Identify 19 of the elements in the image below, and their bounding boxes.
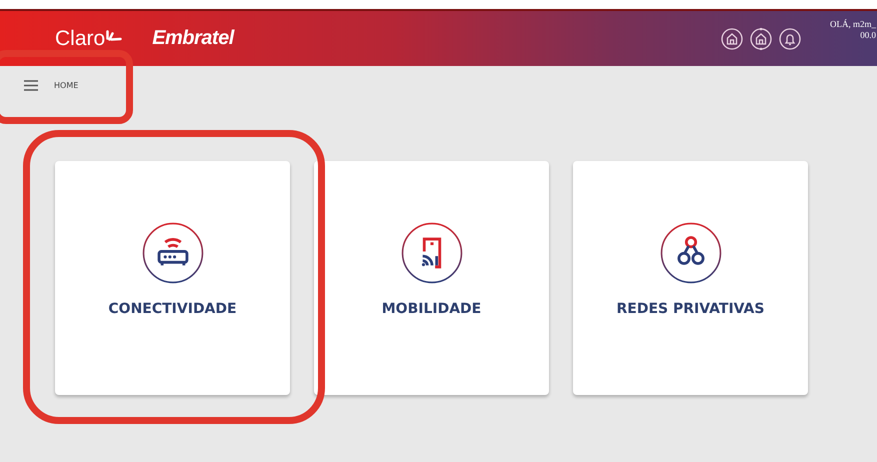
card-title: MOBILIDADE — [382, 301, 482, 317]
user-code: 00.0 — [860, 30, 876, 40]
breadcrumb-home[interactable]: HOME — [54, 80, 78, 90]
card-title: CONECTIVIDADE — [108, 301, 237, 317]
category-card[interactable]: MOBILIDADE — [314, 161, 549, 395]
notification-bell-icon[interactable] — [779, 28, 801, 50]
card-title: REDES PRIVATIVAS — [616, 301, 764, 317]
router-icon — [142, 222, 204, 284]
embratel-logo: Embratel — [152, 27, 234, 50]
sun-rays-icon — [106, 30, 122, 41]
menu-icon[interactable] — [24, 80, 38, 90]
home-icon[interactable] — [721, 28, 743, 50]
network-nodes-icon — [660, 222, 722, 284]
phone-signal-icon — [400, 222, 462, 284]
category-card[interactable]: REDES PRIVATIVAS — [573, 161, 808, 395]
category-card[interactable]: CONECTIVIDADE — [55, 161, 290, 395]
claro-logo: Claro — [55, 26, 106, 50]
home-sync-icon[interactable] — [750, 28, 772, 50]
user-greeting: OLÁ, m2m_ — [830, 18, 876, 30]
